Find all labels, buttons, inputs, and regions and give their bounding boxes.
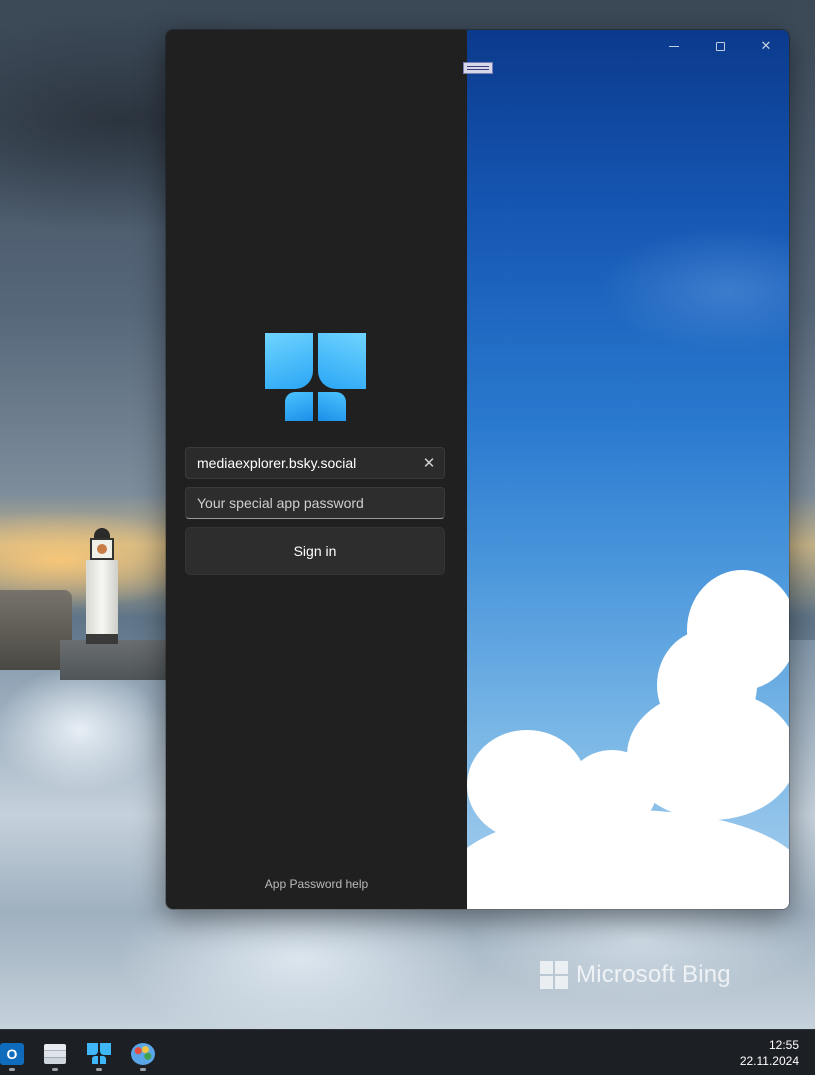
maximize-button[interactable] <box>697 30 743 62</box>
clock-time: 12:55 <box>768 1038 799 1052</box>
taskbar-clock[interactable]: 12:55 22.11.2024 <box>740 1037 799 1069</box>
watermark-text: Microsoft Bing <box>576 961 731 988</box>
handle-input[interactable]: mediaexplorer.bsky.social ✕ <box>185 447 445 479</box>
taskbar: O 12:55 22.11.2024 <box>0 1029 815 1075</box>
wallpaper-lighthouse <box>84 528 120 644</box>
butterfly-app-icon <box>87 1043 111 1065</box>
close-button[interactable]: ✕ <box>743 30 789 62</box>
app-password-help-link[interactable]: App Password help <box>166 877 467 891</box>
handle-input-value: mediaexplorer.bsky.social <box>197 455 357 471</box>
minimize-icon <box>669 45 679 47</box>
taskbar-file-explorer[interactable] <box>37 1036 73 1072</box>
minimize-button[interactable] <box>651 30 697 62</box>
login-pane: mediaexplorer.bsky.social ✕ Your special… <box>166 30 467 909</box>
password-input[interactable]: Your special app password <box>185 487 445 519</box>
taskbar-outlook[interactable]: O <box>0 1036 30 1072</box>
sky-image-pane <box>467 30 789 909</box>
bing-watermark: Microsoft Bing <box>540 960 731 990</box>
window-controls: ✕ <box>651 30 789 62</box>
file-explorer-icon <box>44 1044 66 1064</box>
taskbar-butterfly-app[interactable] <box>81 1036 117 1072</box>
paint-icon <box>131 1043 155 1065</box>
windows-logo-icon <box>540 961 568 989</box>
clock-date: 22.11.2024 <box>739 1054 799 1068</box>
wallpaper-pier <box>60 640 170 680</box>
pane-splitter-handle[interactable] <box>463 62 493 74</box>
close-icon: ✕ <box>760 38 772 54</box>
clear-icon[interactable]: ✕ <box>414 448 444 478</box>
taskbar-paint[interactable] <box>125 1036 161 1072</box>
outlook-icon: O <box>0 1043 24 1065</box>
maximize-icon <box>715 41 725 51</box>
app-window: mediaexplorer.bsky.social ✕ Your special… <box>165 29 790 910</box>
sign-in-button[interactable]: Sign in <box>185 527 445 575</box>
butterfly-logo-icon <box>265 333 366 421</box>
password-placeholder: Your special app password <box>197 495 364 511</box>
